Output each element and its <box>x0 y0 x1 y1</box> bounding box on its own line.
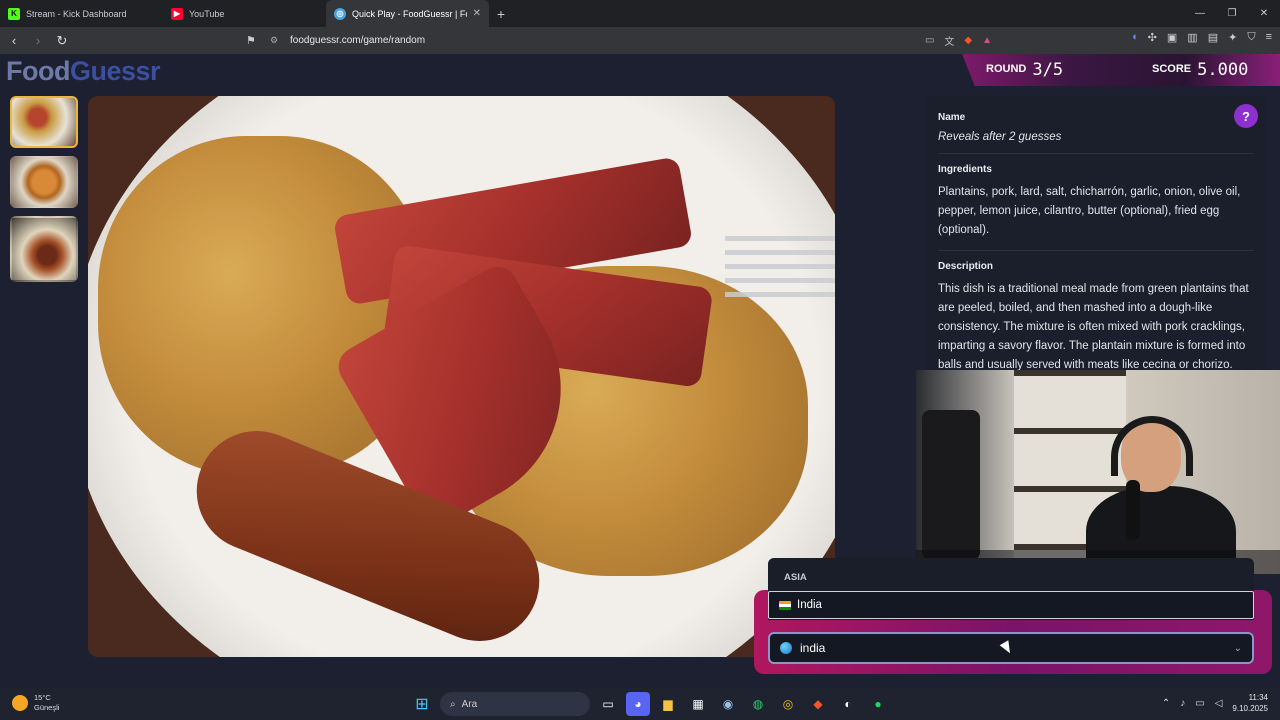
toolbar-icons: ◖ ✣ ▣ ▥ ▤ ✦ ⛉ ≡ <box>1131 31 1272 44</box>
brave-shield-icon[interactable]: ◆ <box>964 35 972 46</box>
help-icon[interactable]: ? <box>1234 104 1258 128</box>
ingredients-value: Plantains, pork, lard, salt, chicharrón,… <box>938 183 1254 251</box>
new-tab-button[interactable]: + <box>489 0 513 27</box>
name-value: Reveals after 2 guesses <box>938 131 1254 154</box>
clock[interactable]: 11:34 9.10.2025 <box>1232 692 1268 714</box>
url-text[interactable]: foodguessr.com/game/random <box>290 35 915 46</box>
close-tab-icon[interactable]: ✕ <box>473 8 481 19</box>
tab-title: Stream - Kick Dashboard <box>26 8 127 19</box>
round-value: 3/5 <box>1032 60 1064 80</box>
cast-icon[interactable]: ▭ <box>925 35 934 46</box>
chevron-down-icon[interactable]: ⌄ <box>1234 643 1242 654</box>
food-thumbnails <box>10 96 78 282</box>
name-heading: Name <box>938 112 966 123</box>
taskbar: 15°C Güneşli ⊞ ⌕ Ara ▭ ◕ ▆ ▦ ◉ ◍ ◎ ◆ ◐ ●… <box>0 688 1280 720</box>
steam-icon[interactable]: ◉ <box>716 692 740 716</box>
microphone-icon[interactable]: ♪ <box>1180 698 1185 709</box>
whatsapp-icon[interactable]: ◍ <box>746 692 770 716</box>
foodguessr-logo[interactable]: FoodGuessr <box>6 56 161 87</box>
obs-icon[interactable]: ◐ <box>836 692 860 716</box>
brave-rewards-icon[interactable]: ▲ <box>982 35 992 46</box>
sidebar-icon[interactable]: ▥ <box>1187 31 1197 44</box>
foodguessr-icon: ◎ <box>334 7 346 20</box>
score-label: SCORE <box>1152 63 1192 75</box>
site-info-icon[interactable]: ⚙ <box>270 35 282 46</box>
youtube-icon: ▶ <box>171 7 183 20</box>
tab-title: YouTube <box>189 8 225 19</box>
tab-title: Quick Play - FoodGuessr | FoodG <box>352 8 467 19</box>
forward-icon[interactable]: › <box>28 31 48 51</box>
food-thumbnail-3[interactable] <box>10 216 78 282</box>
ingredients-heading: Ingredients <box>938 164 992 175</box>
chrome-icon[interactable]: ◎ <box>776 692 800 716</box>
round-display: ROUND 3/5 <box>986 60 1063 80</box>
temperature: 15°C <box>34 693 51 702</box>
score-value: 5.000 <box>1197 60 1249 80</box>
browser-tabbar: K Stream - Kick Dashboard ▶ YouTube ◎ Qu… <box>0 0 1280 27</box>
search-placeholder: Ara <box>461 698 478 710</box>
store-icon[interactable]: ▦ <box>686 692 710 716</box>
description-value: This dish is a traditional meal made fro… <box>938 283 1249 371</box>
brave-icon[interactable]: ◆ <box>806 692 830 716</box>
region-heading: ASIA <box>784 572 807 583</box>
tab-youtube[interactable]: ▶ YouTube <box>163 0 326 27</box>
wallet-icon[interactable]: ▣ <box>1167 31 1177 44</box>
taskbar-search[interactable]: ⌕ Ara <box>440 692 590 716</box>
round-label: ROUND <box>986 63 1027 75</box>
discord-icon[interactable]: ◕ <box>626 692 650 716</box>
description-heading: Description <box>938 261 994 272</box>
weather-condition: Güneşli <box>34 703 60 712</box>
webcam-overlay: YAYIN UZATMA 82/500 <box>916 370 1280 574</box>
ai-icon[interactable]: ✦ <box>1228 31 1237 44</box>
translate-icon[interactable]: 文 <box>944 33 954 48</box>
spotify-icon[interactable]: ● <box>866 692 890 716</box>
address-bar: ‹ › ↻ ⚑ ⚙ foodguessr.com/game/random ▭ 文… <box>0 27 1280 54</box>
windows-start-icon[interactable]: ⊞ <box>410 692 434 716</box>
tab-foodguessr[interactable]: ◎ Quick Play - FoodGuessr | FoodG ✕ <box>326 0 489 27</box>
option-label: India <box>797 599 822 611</box>
food-thumbnail-2[interactable] <box>10 156 78 208</box>
sun-icon <box>12 695 28 711</box>
menu-icon[interactable]: ≡ <box>1266 31 1272 44</box>
guess-input-text[interactable]: india <box>800 641 825 655</box>
tabs-icon[interactable]: ▤ <box>1208 31 1218 44</box>
food-thumbnail-1[interactable] <box>10 96 78 148</box>
minimize-icon[interactable]: — <box>1184 0 1216 27</box>
food-photo[interactable] <box>88 96 835 657</box>
game-page: FoodGuessr ROUND 3/5 SCORE 5.000 ? Name … <box>0 54 1280 688</box>
fork <box>725 236 835 306</box>
url-field[interactable]: ⚑ ⚙ foodguessr.com/game/random ▭ 文 ◆ ▲ <box>246 31 992 50</box>
webcam-chair <box>922 410 980 560</box>
microphone <box>1126 480 1140 540</box>
score-bar: ROUND 3/5 SCORE 5.000 <box>962 54 1280 86</box>
search-icon: ⌕ <box>450 698 456 710</box>
leo-icon[interactable]: ◖ <box>1131 31 1138 44</box>
close-window-icon[interactable]: ✕ <box>1248 0 1280 27</box>
bookmark-icon[interactable]: ⚑ <box>246 34 260 47</box>
country-option-india[interactable]: India <box>768 591 1254 619</box>
india-flag-icon <box>779 600 791 610</box>
volume-icon[interactable]: ◁ <box>1215 698 1223 709</box>
extensions-icon[interactable]: ✣ <box>1148 31 1157 44</box>
window-controls: — ❐ ✕ <box>1184 0 1280 27</box>
score-display: SCORE 5.000 <box>1152 60 1248 80</box>
reload-icon[interactable]: ↻ <box>52 31 72 51</box>
back-icon[interactable]: ‹ <box>4 31 24 51</box>
system-tray: ⌃ ♪ ▭ ◁ 11:34 9.10.2025 <box>1162 692 1268 714</box>
weather-widget[interactable]: 15°C Güneşli <box>12 693 59 713</box>
date: 9.10.2025 <box>1232 704 1268 713</box>
restore-icon[interactable]: ❐ <box>1216 0 1248 27</box>
time: 11:34 <box>1248 693 1268 702</box>
tab-kick[interactable]: K Stream - Kick Dashboard <box>0 0 163 27</box>
task-view-icon[interactable]: ▭ <box>596 692 620 716</box>
file-explorer-icon[interactable]: ▆ <box>656 692 680 716</box>
vpn-icon[interactable]: ⛉ <box>1247 31 1255 44</box>
chevron-up-icon[interactable]: ⌃ <box>1162 698 1170 709</box>
display-icon[interactable]: ▭ <box>1195 698 1204 709</box>
kick-icon: K <box>8 7 20 20</box>
globe-icon <box>780 642 792 654</box>
headphones <box>1111 416 1193 476</box>
taskbar-apps: ⊞ ⌕ Ara ▭ ◕ ▆ ▦ ◉ ◍ ◎ ◆ ◐ ● <box>410 692 890 716</box>
dish-info-panel: ? Name Reveals after 2 guesses Ingredien… <box>926 96 1266 376</box>
